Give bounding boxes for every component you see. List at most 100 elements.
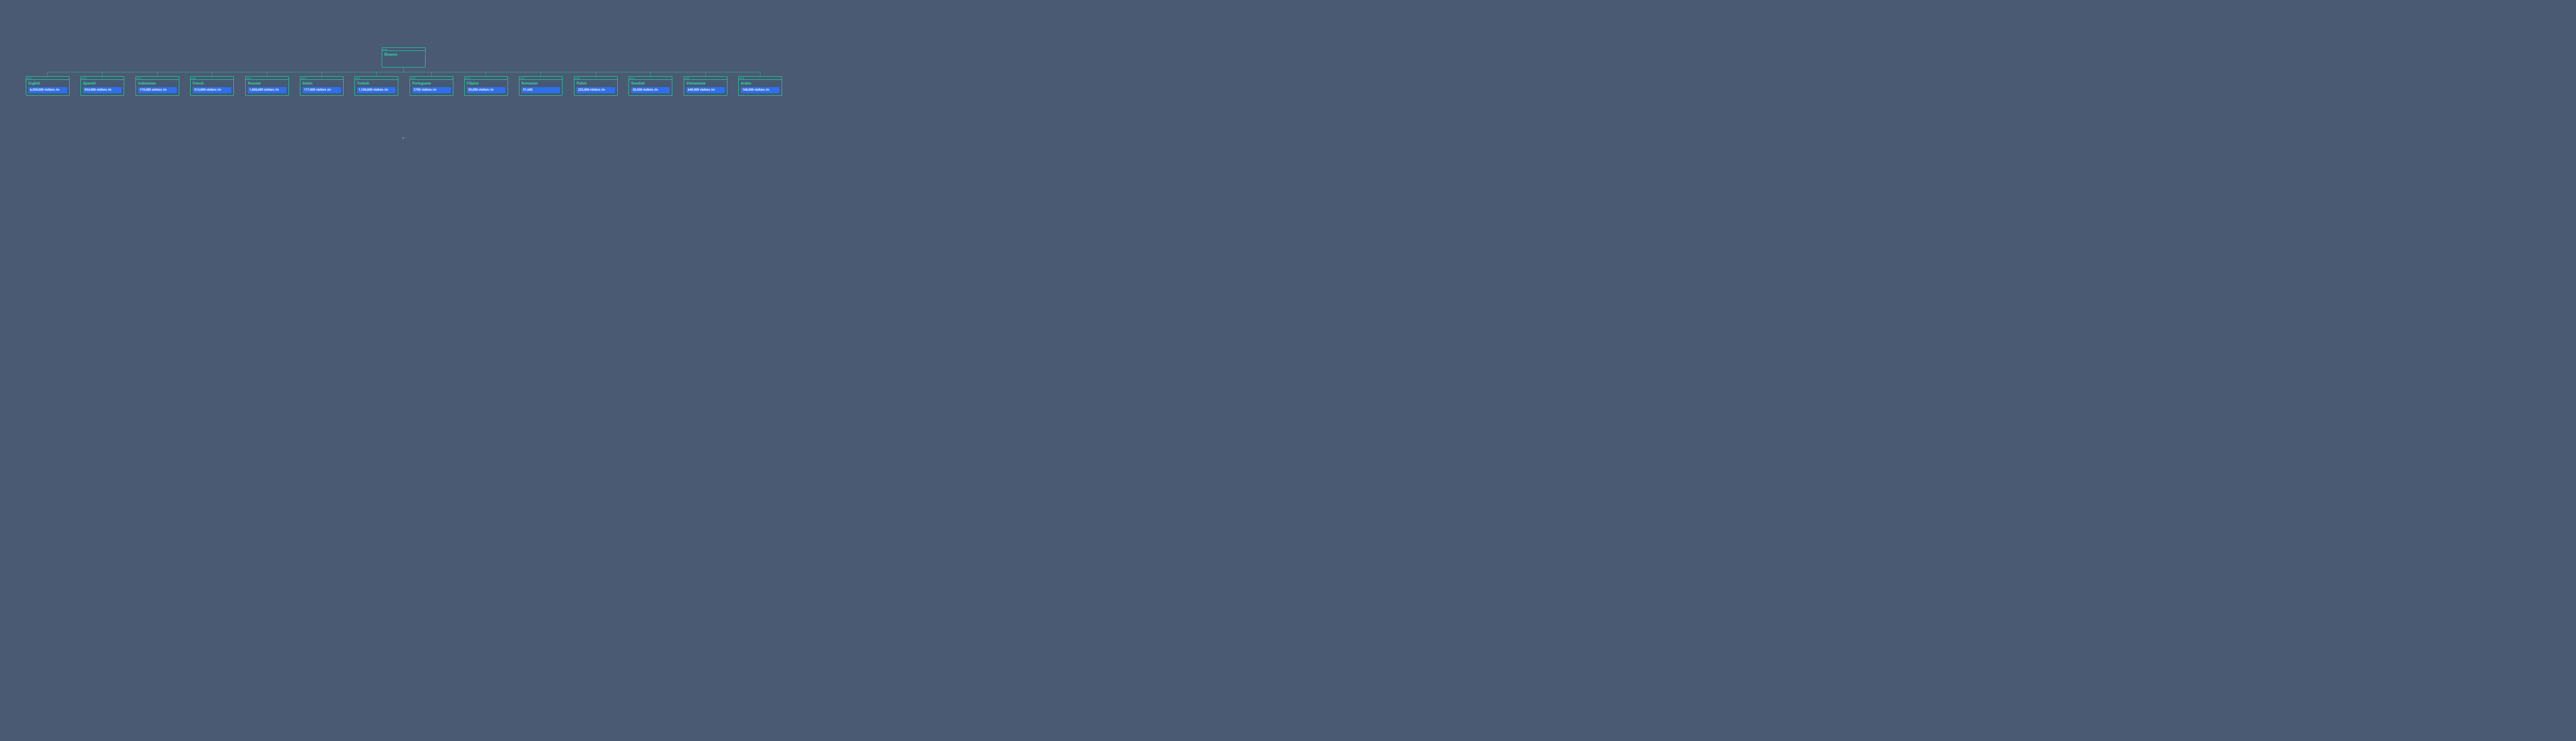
window-dot-icon bbox=[579, 78, 580, 79]
visitor-badge: 1,100,000 visitors /m bbox=[357, 87, 396, 93]
child-node-spanish[interactable]: Spanish934,000 visitors /m bbox=[80, 76, 124, 96]
window-dot-icon bbox=[192, 78, 193, 79]
node-title: Romanian bbox=[521, 81, 560, 86]
window-dot-icon bbox=[469, 78, 470, 79]
window-dot-icon bbox=[687, 78, 688, 79]
node-title: Vietnamese bbox=[686, 81, 725, 86]
window-dot-icon bbox=[466, 78, 467, 79]
visitor-badge: 313,000 visitors /m bbox=[193, 87, 231, 93]
node-body: French313,000 visitors /m bbox=[191, 80, 233, 95]
window-dot-icon bbox=[577, 78, 578, 79]
window-dot-icon bbox=[411, 78, 412, 79]
child-node-swedish[interactable]: Swedish20,000 visitors /m bbox=[629, 76, 672, 96]
window-dot-icon bbox=[301, 78, 302, 79]
window-dot-icon bbox=[356, 78, 357, 79]
child-node-english[interactable]: English6,200,000 visitors /m bbox=[26, 76, 70, 96]
root-node-binance[interactable]: Binance bbox=[382, 47, 426, 68]
window-dot-icon bbox=[195, 78, 196, 79]
node-body: Vietnamese640,000 visitors /m bbox=[684, 80, 727, 95]
node-body: Portuguese2700 visitors /m bbox=[410, 80, 453, 95]
child-node-filipino[interactable]: Filipino55,000 visitors /m bbox=[464, 76, 508, 96]
window-dot-icon bbox=[193, 78, 194, 79]
window-dot-icon bbox=[303, 78, 304, 79]
visitor-badge: 934,000 visitors /m bbox=[83, 87, 122, 93]
node-body: Filipino55,000 visitors /m bbox=[465, 80, 507, 95]
child-node-indonesian[interactable]: Indonesian119,000 visitors /m bbox=[135, 76, 179, 96]
connector-lines bbox=[0, 0, 808, 197]
window-dot-icon bbox=[250, 78, 251, 79]
node-title: Portuguese bbox=[412, 81, 451, 86]
node-body: Swedish20,000 visitors /m bbox=[629, 80, 672, 95]
window-dot-icon bbox=[140, 78, 141, 79]
window-dot-icon bbox=[632, 78, 633, 79]
node-title: Polish bbox=[577, 81, 615, 86]
node-body: English6,200,000 visitors /m bbox=[26, 80, 69, 95]
node-body: Italian177,000 visitors /m bbox=[300, 80, 343, 95]
visitor-badge: 55,000 visitors /m bbox=[467, 87, 505, 93]
window-dot-icon bbox=[304, 78, 306, 79]
visitor-badge: 2700 visitors /m bbox=[412, 87, 451, 93]
window-dot-icon bbox=[522, 78, 523, 79]
visitor-badge: 119,000 visitors /m bbox=[138, 87, 177, 93]
window-dot-icon bbox=[386, 49, 387, 50]
window-dot-icon bbox=[685, 78, 686, 79]
node-title: Arabic bbox=[741, 81, 779, 86]
visitor-badge: 168,000 visitors /m bbox=[741, 87, 779, 93]
window-dot-icon bbox=[137, 78, 138, 79]
child-node-portuguese[interactable]: Portuguese2700 visitors /m bbox=[410, 76, 453, 96]
node-body: Spanish934,000 visitors /m bbox=[81, 80, 124, 95]
child-node-turkish[interactable]: Turkish1,100,000 visitors /m bbox=[354, 76, 398, 96]
window-dot-icon bbox=[743, 78, 744, 79]
child-node-polish[interactable]: Polish223,000 visitors /m bbox=[574, 76, 618, 96]
node-title: Swedish bbox=[631, 81, 670, 86]
node-title: French bbox=[193, 81, 231, 86]
visitor-badge: 6,200,000 visitors /m bbox=[28, 87, 67, 93]
window-dot-icon bbox=[413, 78, 414, 79]
window-dot-icon bbox=[741, 78, 742, 79]
window-dot-icon bbox=[688, 78, 689, 79]
node-body: Arabic168,000 visitors /m bbox=[739, 80, 782, 95]
node-body: Turkish1,100,000 visitors /m bbox=[355, 80, 398, 95]
window-dot-icon bbox=[248, 78, 249, 79]
visitor-badge: 223,000 visitors /m bbox=[577, 87, 615, 93]
node-body: Polish223,000 visitors /m bbox=[574, 80, 617, 95]
window-dot-icon bbox=[630, 78, 631, 79]
node-title: Binance bbox=[384, 53, 423, 57]
node-title: Italian bbox=[302, 81, 341, 86]
window-dot-icon bbox=[575, 78, 577, 79]
add-node-button[interactable]: + bbox=[402, 136, 405, 141]
window-dot-icon bbox=[523, 78, 524, 79]
child-node-french[interactable]: French313,000 visitors /m bbox=[190, 76, 234, 96]
child-node-italian[interactable]: Italian177,000 visitors /m bbox=[300, 76, 344, 96]
window-dot-icon bbox=[85, 78, 86, 79]
visitor-badge: 640,000 visitors /m bbox=[686, 87, 725, 93]
visitor-badge: 1,000,000 visitors /m bbox=[248, 87, 286, 93]
node-title: Filipino bbox=[467, 81, 505, 86]
child-node-vietnamese[interactable]: Vietnamese640,000 visitors /m bbox=[684, 76, 727, 96]
window-dot-icon bbox=[520, 78, 521, 79]
window-dot-icon bbox=[383, 49, 384, 50]
node-body: Binance bbox=[382, 51, 425, 60]
node-title: Turkish bbox=[357, 81, 396, 86]
node-body: Russian1,000,000 visitors /m bbox=[246, 80, 289, 95]
window-dot-icon bbox=[358, 78, 359, 79]
node-title: Russian bbox=[248, 81, 286, 86]
child-node-russian[interactable]: Russian1,000,000 visitors /m bbox=[245, 76, 289, 96]
node-title: Spanish bbox=[83, 81, 122, 86]
window-dot-icon bbox=[29, 78, 30, 79]
window-dot-icon bbox=[30, 78, 31, 79]
window-dot-icon bbox=[247, 78, 248, 79]
node-body: Romanian31,600 bbox=[519, 80, 562, 95]
window-dot-icon bbox=[139, 78, 140, 79]
node-body: Indonesian119,000 visitors /m bbox=[136, 80, 179, 95]
plus-icon: + bbox=[402, 136, 405, 141]
window-dot-icon bbox=[467, 78, 468, 79]
visitor-badge: 31,600 bbox=[521, 87, 560, 93]
window-dot-icon bbox=[633, 78, 634, 79]
window-dot-icon bbox=[27, 78, 28, 79]
window-dot-icon bbox=[740, 78, 741, 79]
child-node-romanian[interactable]: Romanian31,600 bbox=[519, 76, 563, 96]
window-dot-icon bbox=[83, 78, 84, 79]
child-node-arabic[interactable]: Arabic168,000 visitors /m bbox=[738, 76, 782, 96]
window-dot-icon bbox=[385, 49, 386, 50]
